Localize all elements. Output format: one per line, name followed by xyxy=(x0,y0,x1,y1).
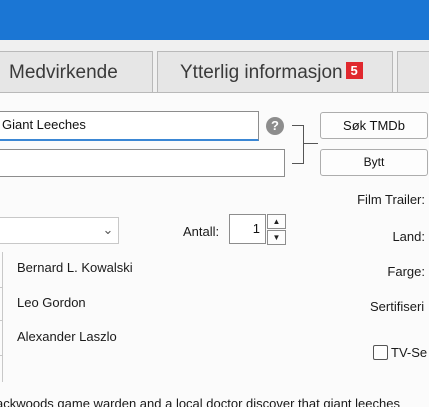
country-label: Land: xyxy=(392,229,425,244)
tab-partial[interactable] xyxy=(397,51,429,93)
tab-cast-label: Medvirkende xyxy=(9,62,118,83)
tv-series-checkbox[interactable] xyxy=(373,345,388,360)
tab-additional-info[interactable]: Ytterlig informasjon 5 xyxy=(157,51,393,93)
help-icon[interactable]: ? xyxy=(266,117,284,135)
window-titlebar xyxy=(0,0,429,40)
certification-label: Sertifiseri xyxy=(370,299,425,314)
link-bracket-stub xyxy=(304,143,318,144)
cast-separator xyxy=(0,320,3,321)
spin-up-icon[interactable]: ▲ xyxy=(267,214,286,229)
count-input[interactable]: 1 xyxy=(229,214,266,244)
tv-series-label: TV-Se xyxy=(391,345,428,360)
search-tmdb-button[interactable]: Søk TMDb xyxy=(320,112,428,139)
count-label: Antall: xyxy=(183,224,220,239)
color-label: Farge: xyxy=(387,264,425,279)
title-input[interactable]: Giant Leeches xyxy=(0,111,259,141)
cast-separator xyxy=(0,355,3,356)
synopsis-text: ackwoods game warden and a local doctor … xyxy=(0,396,400,407)
cast-list-item[interactable]: Alexander Laszlo xyxy=(17,329,117,344)
film-trailer-label: Film Trailer: xyxy=(357,192,425,207)
chevron-down-icon: ⌄ xyxy=(102,222,114,237)
cast-separator xyxy=(0,287,3,288)
cast-list-border xyxy=(0,252,3,382)
spin-down-icon[interactable]: ▼ xyxy=(267,230,286,245)
cast-list-item[interactable]: Leo Gordon xyxy=(17,295,86,310)
swap-button[interactable]: Bytt xyxy=(320,149,428,176)
tab-badge: 5 xyxy=(345,62,363,80)
link-bracket xyxy=(292,125,304,164)
tab-additional-info-label: Ytterlig informasjon xyxy=(180,62,343,83)
original-title-input[interactable] xyxy=(0,149,285,177)
cast-list-item[interactable]: Bernard L. Kowalski xyxy=(17,260,133,275)
tab-cast[interactable]: Medvirkende xyxy=(0,51,153,93)
